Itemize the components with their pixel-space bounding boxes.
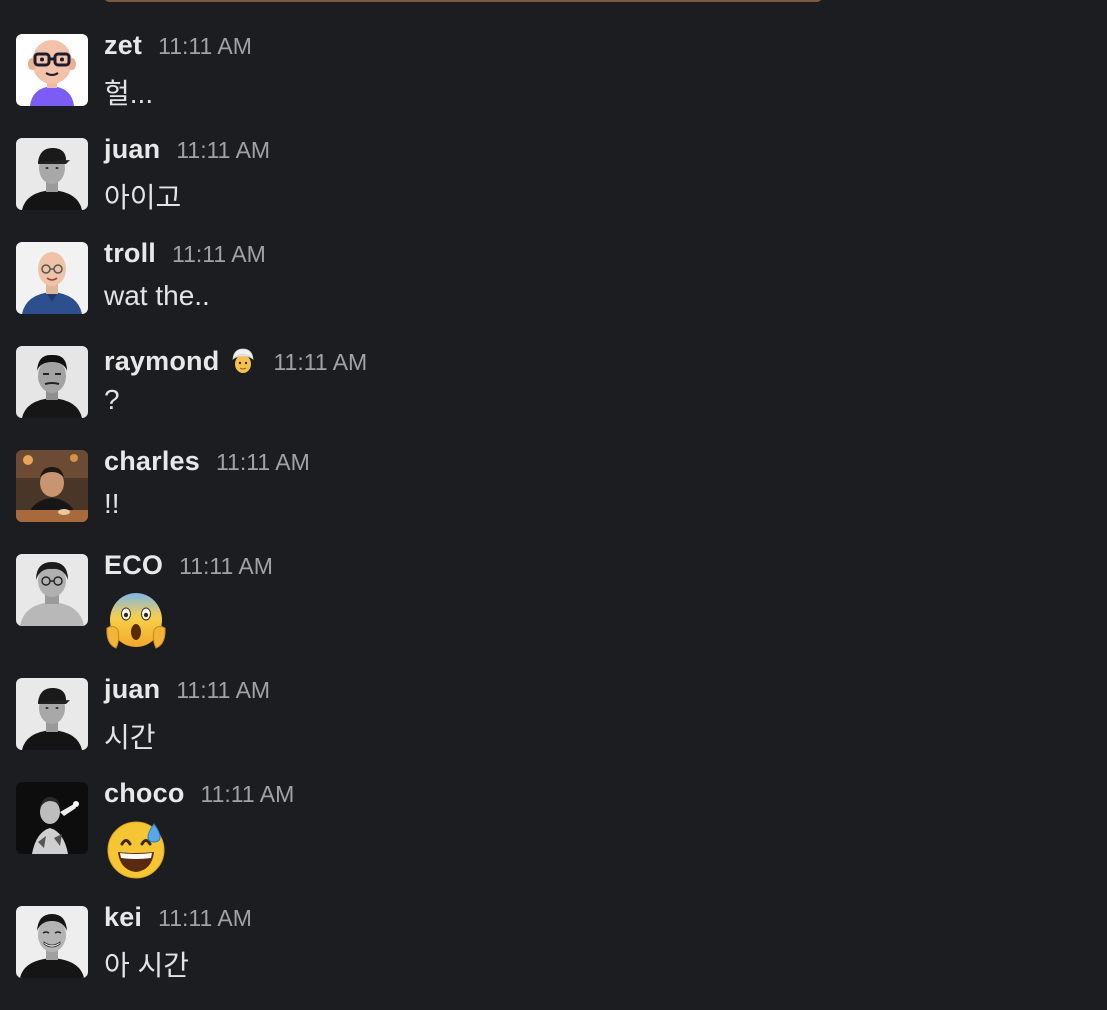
avatar-image: [16, 34, 88, 106]
avatar[interactable]: [16, 678, 88, 750]
person-with-turban-icon[interactable]: [229, 347, 257, 375]
avatar[interactable]: [16, 782, 88, 854]
face-screaming-in-fear-icon: [104, 590, 168, 654]
sender-name[interactable]: kei: [104, 902, 142, 933]
timestamp[interactable]: 11:11 AM: [216, 449, 310, 476]
message-item: charles 11:11 AM !!: [0, 446, 1107, 554]
message-text: wat the..: [104, 280, 210, 311]
message-item: zet 11:11 AM 헐...: [0, 30, 1107, 138]
composer-edge: [104, 0, 822, 2]
message-text: 아 시간: [104, 950, 190, 981]
message-item: kei 11:11 AM 아 시간: [0, 902, 1107, 1010]
avatar-image: [16, 450, 88, 522]
avatar-image: [16, 554, 88, 626]
message-item: ECO 11:11 AM: [0, 550, 1107, 658]
sender-name[interactable]: charles: [104, 446, 200, 477]
avatar[interactable]: [16, 34, 88, 106]
timestamp[interactable]: 11:11 AM: [176, 677, 270, 704]
timestamp[interactable]: 11:11 AM: [158, 33, 252, 60]
sender-name[interactable]: ECO: [104, 550, 163, 581]
message-text: 헐...: [104, 78, 154, 109]
message-item: troll 11:11 AM wat the..: [0, 238, 1107, 346]
message-item: choco 11:11 AM: [0, 778, 1107, 886]
avatar-image: [16, 242, 88, 314]
sender-name[interactable]: juan: [104, 134, 160, 165]
avatar[interactable]: [16, 554, 88, 626]
message-text: ?: [104, 384, 120, 415]
avatar[interactable]: [16, 346, 88, 418]
timestamp[interactable]: 11:11 AM: [179, 553, 273, 580]
sender-name[interactable]: choco: [104, 778, 185, 809]
sender-name[interactable]: raymond: [104, 346, 219, 377]
avatar[interactable]: [16, 906, 88, 978]
timestamp[interactable]: 11:11 AM: [273, 349, 367, 376]
avatar[interactable]: [16, 450, 88, 522]
avatar-image: [16, 346, 88, 418]
avatar-image: [16, 138, 88, 210]
timestamp[interactable]: 11:11 AM: [201, 781, 295, 808]
message-item: juan 11:11 AM 시간: [0, 674, 1107, 782]
avatar-image: [16, 782, 88, 854]
avatar[interactable]: [16, 138, 88, 210]
avatar-image: [16, 906, 88, 978]
message-item: juan 11:11 AM 아이고: [0, 134, 1107, 242]
timestamp[interactable]: 11:11 AM: [172, 241, 266, 268]
timestamp[interactable]: 11:11 AM: [176, 137, 270, 164]
sender-name[interactable]: troll: [104, 238, 156, 269]
message-text: 시간: [104, 722, 156, 753]
timestamp[interactable]: 11:11 AM: [158, 905, 252, 932]
avatar-image: [16, 678, 88, 750]
message-text: !!: [104, 488, 120, 519]
avatar[interactable]: [16, 242, 88, 314]
message-text: 아이고: [104, 182, 182, 213]
message-item: raymond 11:11 AM ?: [0, 346, 1107, 450]
sender-name[interactable]: juan: [104, 674, 160, 705]
sender-name[interactable]: zet: [104, 30, 142, 61]
grinning-face-with-sweat-icon: [104, 818, 168, 882]
